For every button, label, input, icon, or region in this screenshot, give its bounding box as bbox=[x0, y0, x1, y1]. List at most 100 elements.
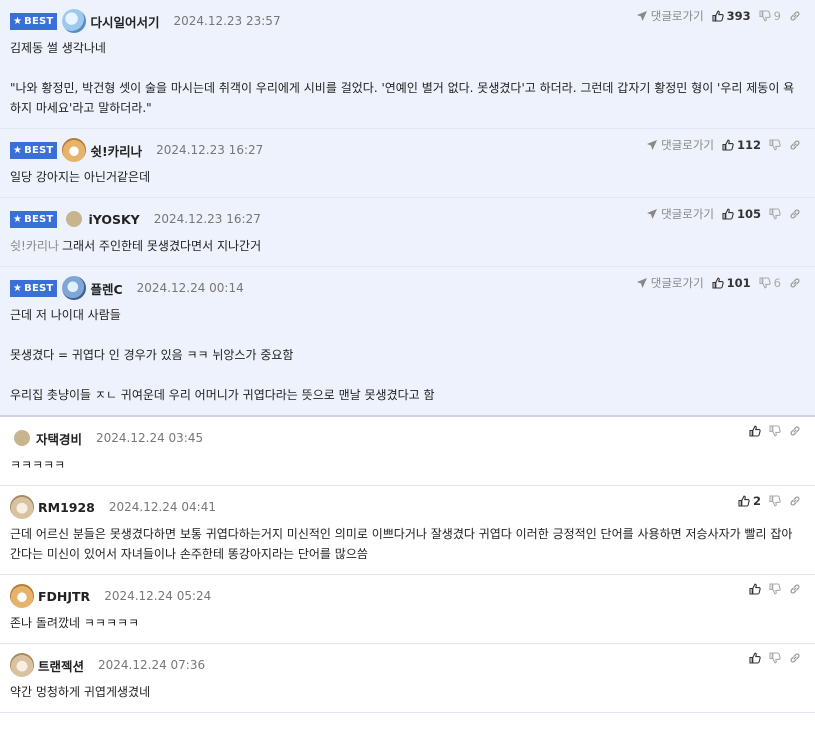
like-count: 101 bbox=[726, 276, 751, 290]
best-label: BEST bbox=[24, 213, 54, 225]
like-count: 393 bbox=[726, 9, 751, 23]
comment-line: "나와 황정민, 박건형 셋이 술을 마시는데 취객이 우리에게 시비를 걸었다… bbox=[10, 78, 803, 118]
comment-text: 그래서 주인한테 못생겼다면서 지나간거 bbox=[61, 239, 262, 253]
reply-link[interactable]: 댓글로가기 bbox=[646, 137, 714, 153]
dislike-button[interactable] bbox=[769, 495, 781, 507]
nickname[interactable]: 플렌C bbox=[90, 279, 122, 298]
share-link-button[interactable] bbox=[789, 652, 801, 664]
like-button[interactable] bbox=[749, 652, 761, 664]
comment-actions: 2 bbox=[738, 494, 801, 508]
thumbs-down-icon bbox=[769, 495, 781, 507]
comment-body: 근데 저 나이대 사람들 못생겼다 = 귀엽다 인 경우가 있음 ㅋㅋ 뉘앙스가 … bbox=[10, 301, 803, 405]
comment-header: 자택경비 2024.12.24 03:45 bbox=[10, 425, 803, 451]
dislike-button[interactable]: 9 bbox=[759, 9, 781, 23]
reply-link[interactable]: 댓글로가기 bbox=[646, 206, 714, 222]
beige-dot-avatar[interactable] bbox=[14, 430, 30, 446]
comment-line: 존나 돌려깠네 ㅋㅋㅋㅋㅋ bbox=[10, 613, 803, 633]
comment-body: 쉿!카리나 그래서 주인한테 못생겼다면서 지나간거 bbox=[10, 232, 803, 256]
best-badge: ★ BEST bbox=[10, 141, 58, 159]
dislike-button[interactable]: 6 bbox=[759, 276, 781, 290]
link-icon bbox=[790, 496, 800, 506]
thumbs-down-icon bbox=[769, 652, 781, 664]
dislike-button[interactable] bbox=[769, 139, 781, 151]
thumbs-down-icon bbox=[759, 10, 771, 22]
share-link-button[interactable] bbox=[789, 277, 801, 289]
like-button[interactable]: 101 bbox=[712, 276, 751, 290]
nickname[interactable]: 다시일어서기 bbox=[90, 12, 159, 31]
link-icon bbox=[790, 209, 800, 219]
thumbs-up-icon bbox=[749, 652, 761, 664]
comment-actions: 댓글로가기 393 9 bbox=[636, 8, 801, 24]
share-link-button[interactable] bbox=[789, 208, 801, 220]
nickname[interactable]: RM1928 bbox=[38, 500, 95, 515]
comment-date: 2024.12.24 05:24 bbox=[104, 589, 212, 603]
send-arrow-icon bbox=[636, 11, 647, 21]
star-icon: ★ bbox=[13, 144, 23, 156]
like-button[interactable] bbox=[749, 425, 761, 437]
thumbs-down-icon bbox=[769, 139, 781, 151]
reply-label: 댓글로가기 bbox=[661, 138, 714, 152]
link-icon bbox=[790, 584, 800, 594]
comment-line: 일당 강아지는 아닌거같은데 bbox=[10, 167, 803, 187]
like-button[interactable]: 393 bbox=[712, 9, 751, 23]
comment-header: FDHJTR 2024.12.24 05:24 bbox=[10, 583, 803, 609]
send-arrow-icon bbox=[636, 278, 647, 288]
comment-date: 2024.12.24 04:41 bbox=[108, 500, 216, 514]
best-label: BEST bbox=[24, 15, 54, 27]
beige-dot-avatar[interactable] bbox=[66, 211, 83, 227]
star-icon: ★ bbox=[13, 213, 23, 225]
share-link-button[interactable] bbox=[789, 139, 801, 151]
nickname[interactable]: FDHJTR bbox=[38, 589, 90, 604]
nickname[interactable]: 쉿!카리나 bbox=[90, 141, 142, 160]
comment-actions: 댓글로가기 105 bbox=[646, 206, 801, 222]
dislike-button[interactable] bbox=[769, 208, 781, 220]
like-button[interactable] bbox=[749, 583, 761, 595]
nickname[interactable]: 자택경비 bbox=[36, 429, 82, 448]
reply-label: 댓글로가기 bbox=[650, 276, 704, 290]
robot-avatar[interactable] bbox=[62, 276, 87, 300]
like-button[interactable]: 112 bbox=[722, 138, 761, 152]
comment-item: 자택경비 2024.12.24 03:45 ㅋㅋㅋㅋㅋ bbox=[0, 417, 815, 486]
comment-header: RM1928 2024.12.24 04:41 bbox=[10, 494, 803, 520]
comment-text: 약간 멍청하게 귀엽게생겼네 bbox=[10, 685, 151, 699]
puppy-avatar[interactable] bbox=[10, 653, 34, 677]
comment-text: 근데 저 나이대 사람들 bbox=[10, 308, 121, 322]
reply-link[interactable]: 댓글로가기 bbox=[636, 275, 704, 291]
link-icon bbox=[790, 11, 800, 21]
share-link-button[interactable] bbox=[789, 425, 801, 437]
fox-avatar[interactable] bbox=[62, 138, 87, 162]
dislike-button[interactable] bbox=[769, 425, 781, 437]
like-button[interactable]: 105 bbox=[722, 207, 761, 221]
nickname[interactable]: iYOSKY bbox=[88, 212, 139, 227]
link-icon bbox=[790, 426, 800, 436]
share-link-button[interactable] bbox=[789, 495, 801, 507]
share-link-button[interactable] bbox=[789, 583, 801, 595]
comment-item: ★ BEST iYOSKY 2024.12.23 16:27 댓글로가기 105 … bbox=[0, 198, 815, 267]
comment-line: 근데 저 나이대 사람들 bbox=[10, 305, 803, 325]
comment-line: 근데 어르신 분들은 못생겼다하면 보통 귀엽다하는거지 미신적인 의미로 이쁘… bbox=[10, 524, 803, 564]
dislike-button[interactable] bbox=[769, 583, 781, 595]
link-icon bbox=[790, 140, 800, 150]
comment-line: ㅋㅋㅋㅋㅋ bbox=[10, 455, 803, 475]
thumbs-down-icon bbox=[759, 277, 771, 289]
comment-item: ★ BEST 쉿!카리나 2024.12.23 16:27 댓글로가기 112 일… bbox=[0, 129, 815, 198]
reply-link[interactable]: 댓글로가기 bbox=[636, 8, 704, 24]
reply-reference[interactable]: 쉿!카리나 bbox=[10, 239, 59, 253]
blue-character-avatar[interactable] bbox=[62, 9, 87, 33]
like-button[interactable]: 2 bbox=[738, 494, 761, 508]
send-arrow-icon bbox=[647, 209, 658, 219]
dislike-button[interactable] bbox=[769, 652, 781, 664]
comment-date: 2024.12.24 07:36 bbox=[98, 658, 206, 672]
nickname[interactable]: 트랜젝션 bbox=[38, 656, 84, 675]
comment-line: 김제동 썰 생각나네 bbox=[10, 38, 803, 58]
comment-text: 존나 돌려깠네 ㅋㅋㅋㅋㅋ bbox=[10, 616, 140, 630]
star-icon: ★ bbox=[13, 15, 23, 27]
like-count: 2 bbox=[752, 494, 761, 508]
fox-avatar[interactable] bbox=[10, 584, 34, 608]
share-link-button[interactable] bbox=[789, 10, 801, 22]
best-label: BEST bbox=[24, 144, 54, 156]
comment-actions bbox=[749, 583, 801, 595]
puppy-avatar[interactable] bbox=[10, 495, 34, 519]
thumbs-up-icon bbox=[738, 495, 750, 507]
comment-body: 존나 돌려깠네 ㅋㅋㅋㅋㅋ bbox=[10, 609, 803, 633]
